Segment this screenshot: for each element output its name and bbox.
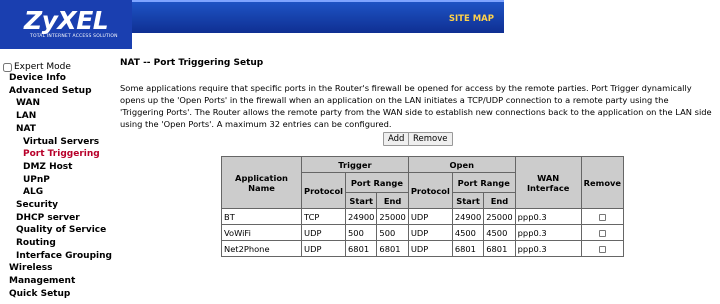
page-description: Some applications require that specific … (120, 83, 712, 129)
remove-button[interactable]: Remove (408, 132, 453, 146)
expert-mode-label: Expert Mode (14, 62, 71, 72)
cell-trigger-end: 25000 (376, 208, 409, 225)
cell-remove (580, 224, 625, 241)
sidebar-item-routing[interactable]: Routing (16, 238, 56, 248)
sidebar-item-quality-of-service[interactable]: Quality of Service (16, 225, 106, 235)
col-remove: Remove (580, 156, 625, 209)
cell-trigger-start: 6801 (345, 240, 378, 257)
col-trigger-port-range: Port Range (345, 172, 409, 193)
cell-trigger-start: 500 (345, 224, 378, 241)
sidebar-item-lan[interactable]: LAN (16, 111, 36, 121)
sidebar-item-upnp[interactable]: UPnP (23, 175, 50, 185)
col-trigger-end: End (376, 192, 409, 209)
cell-open-end: 4500 (483, 224, 516, 241)
expert-mode-checkbox[interactable] (3, 62, 12, 72)
col-open-end: End (483, 192, 516, 209)
remove-checkbox[interactable] (598, 245, 606, 253)
logo-text: ZyXEL (24, 6, 109, 35)
cell-wan-interface: ppp0.3 (514, 208, 582, 225)
banner-accent-line (132, 0, 504, 2)
sidebar-item-dhcp-server[interactable]: DHCP server (16, 213, 80, 223)
expert-mode-toggle[interactable]: Expert Mode (3, 62, 71, 72)
sidebar-item-wan[interactable]: WAN (16, 98, 40, 108)
zyxel-logo: ZyXEL TOTAL INTERNET ACCESS SOLUTION (0, 0, 132, 49)
col-trigger-protocol: Protocol (300, 172, 347, 209)
col-wan-interface: WAN Interface (514, 156, 582, 209)
sidebar-item-security[interactable]: Security (16, 200, 58, 210)
cell-trigger-protocol: TCP (300, 208, 347, 225)
cell-wan-interface: ppp0.3 (514, 224, 582, 241)
cell-app-name: Net2Phone (221, 240, 302, 257)
top-banner: SITE MAP (132, 0, 504, 33)
sidebar-item-nat[interactable]: NAT (16, 124, 36, 134)
cell-open-end: 6801 (483, 240, 516, 257)
sidebar-item-port-triggering[interactable]: Port Triggering (23, 149, 100, 159)
cell-trigger-end: 500 (376, 224, 409, 241)
sidebar-item-virtual-servers[interactable]: Virtual Servers (23, 137, 99, 147)
sidebar-item-advanced-setup[interactable]: Advanced Setup (9, 86, 92, 96)
cell-app-name: VoWiFi (221, 224, 302, 241)
cell-remove (580, 208, 625, 225)
col-group-trigger: Trigger (301, 156, 409, 173)
cell-trigger-end: 6801 (376, 240, 409, 257)
main-content: NAT -- Port Triggering Setup Some applic… (120, 58, 714, 304)
table-row: VoWiFi UDP 500 500 UDP 4500 4500 ppp0.3 (221, 224, 625, 241)
header: ZyXEL TOTAL INTERNET ACCESS SOLUTION SIT… (0, 0, 720, 58)
cell-open-protocol: UDP (407, 208, 453, 225)
page-title: NAT -- Port Triggering Setup (120, 58, 264, 68)
site-map-link[interactable]: SITE MAP (449, 14, 494, 24)
sidebar-item-alg[interactable]: ALG (23, 187, 43, 197)
table-row: BT TCP 24900 25000 UDP 24900 25000 ppp0.… (221, 208, 625, 225)
cell-app-name: BT (221, 208, 302, 225)
cell-open-protocol: UDP (407, 240, 453, 257)
sidebar-item-interface-grouping[interactable]: Interface Grouping (16, 251, 112, 261)
cell-trigger-protocol: UDP (300, 224, 347, 241)
col-trigger-start: Start (345, 192, 378, 209)
sidebar-item-dmz-host[interactable]: DMZ Host (23, 162, 72, 172)
cell-open-end: 25000 (483, 208, 516, 225)
col-open-protocol: Protocol (407, 172, 453, 209)
sidebar-item-management[interactable]: Management (9, 276, 75, 286)
sidebar-nav: Expert Mode Device Info Advanced Setup W… (0, 60, 112, 304)
cell-open-start: 4500 (451, 224, 485, 241)
remove-checkbox[interactable] (598, 213, 606, 221)
col-group-open: Open (407, 156, 516, 173)
table-row: Net2Phone UDP 6801 6801 UDP 6801 6801 pp… (221, 240, 625, 257)
cell-open-start: 24900 (451, 208, 485, 225)
cell-wan-interface: ppp0.3 (514, 240, 582, 257)
sidebar-item-device-info[interactable]: Device Info (9, 73, 66, 83)
sidebar-item-quick-setup[interactable]: Quick Setup (9, 289, 70, 299)
port-trigger-table: Application Name Trigger Open WAN Interf… (221, 156, 625, 257)
col-application-name: Application Name (221, 156, 302, 209)
col-open-port-range: Port Range (451, 172, 516, 193)
cell-trigger-start: 24900 (345, 208, 378, 225)
cell-trigger-protocol: UDP (300, 240, 347, 257)
add-button[interactable]: Add (383, 132, 410, 146)
remove-checkbox[interactable] (598, 229, 606, 237)
sidebar-item-wireless[interactable]: Wireless (9, 263, 52, 273)
cell-open-protocol: UDP (407, 224, 453, 241)
cell-remove (580, 240, 625, 257)
logo-tagline: TOTAL INTERNET ACCESS SOLUTION (30, 34, 118, 39)
col-open-start: Start (451, 192, 485, 209)
cell-open-start: 6801 (451, 240, 485, 257)
